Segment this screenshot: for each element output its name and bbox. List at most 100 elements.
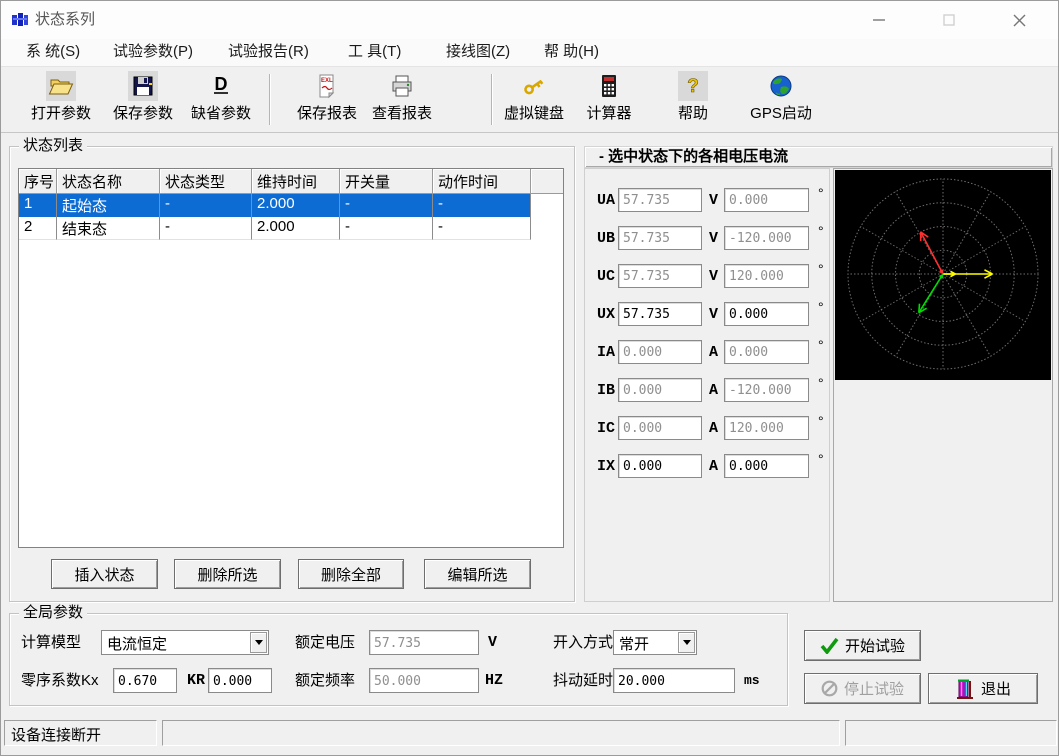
field-label: UX — [597, 306, 615, 323]
chevron-down-icon — [683, 640, 691, 645]
tool-label: 虚拟键盘 — [504, 102, 564, 123]
field-label: IX — [597, 458, 615, 475]
ic-angle-field[interactable]: 120.000 — [724, 416, 809, 440]
input-mode-select[interactable]: 常开 — [613, 630, 697, 655]
degree-label: ° — [818, 451, 824, 467]
column-header[interactable]: 维持时间 — [252, 169, 340, 194]
status-panel-middle — [162, 720, 840, 746]
question-icon: ? — [678, 71, 708, 101]
cell: 2 — [19, 217, 57, 240]
edit-selected-button[interactable]: 编辑所选 — [424, 559, 531, 589]
table-row[interactable]: 2 结束态 - 2.000 - - — [19, 217, 531, 240]
cell: 2.000 — [252, 217, 340, 240]
kr-field[interactable]: 0.000 — [208, 668, 272, 693]
ib-angle-field[interactable]: -120.000 — [724, 378, 809, 402]
toolbar-separator — [491, 74, 493, 125]
cell: - — [340, 194, 433, 217]
menu-help[interactable]: 帮 助(H) — [540, 39, 603, 66]
ub-angle-field[interactable]: -120.000 — [724, 226, 809, 250]
degree-label: ° — [818, 185, 824, 201]
debounce-field[interactable]: 20.000 — [613, 668, 735, 693]
state-table-header: 序号 状态名称 状态类型 维持时间 开关量 动作时间 — [19, 169, 563, 194]
ia-value-field[interactable]: 0.000 — [618, 340, 702, 364]
menu-bar: 系 统(S) 试验参数(P) 试验报告(R) 工 具(T) 接线图(Z) 帮 助… — [1, 39, 1058, 66]
exit-button[interactable]: 退出 — [928, 673, 1038, 704]
column-header[interactable]: 开关量 — [340, 169, 433, 194]
rated-freq-field: 50.000 — [369, 668, 479, 693]
menu-test-report[interactable]: 试验报告(R) — [224, 39, 313, 66]
default-params-button[interactable]: D 缺省参数 — [184, 71, 258, 129]
uc-angle-field[interactable]: 120.000 — [724, 264, 809, 288]
calc-model-label: 计算模型 — [21, 630, 81, 655]
ix-angle-field[interactable]: 0.000 — [724, 454, 809, 478]
ib-value-field[interactable]: 0.000 — [618, 378, 702, 402]
minimize-button[interactable] — [856, 2, 902, 38]
save-params-button[interactable]: 保存参数 — [106, 71, 180, 129]
kr-label: KR — [187, 668, 205, 693]
tool-label: 保存报表 — [297, 102, 357, 123]
globe-icon — [766, 71, 796, 101]
svg-text:EXL: EXL — [321, 78, 333, 84]
start-test-button[interactable]: 开始试验 — [804, 630, 921, 661]
unit-label: A — [709, 382, 718, 399]
button-label: 删除全部 — [321, 564, 381, 585]
phase-fields-panel: UA 57.735 V 0.000 ° UB 57.735 V -120.000… — [584, 168, 830, 602]
tool-label: 查看报表 — [372, 102, 432, 123]
table-row-selected[interactable]: 1 起始态 - 2.000 - - — [19, 194, 531, 217]
phase-row-ib: IB 0.000 A -120.000 ° — [585, 378, 829, 404]
close-button[interactable] — [996, 2, 1042, 38]
ix-value-field[interactable]: 0.000 — [618, 454, 702, 478]
virtual-keyboard-button[interactable]: 虚拟键盘 — [497, 71, 571, 129]
title-bar: 状态系列 — [1, 1, 1058, 39]
phase-row-ia: IA 0.000 A 0.000 ° — [585, 340, 829, 366]
open-params-button[interactable]: 打开参数 — [24, 71, 98, 129]
calculator-icon — [594, 71, 624, 101]
ic-value-field[interactable]: 0.000 — [618, 416, 702, 440]
calc-model-value: 电流恒定 — [107, 633, 167, 654]
delete-selected-button[interactable]: 删除所选 — [174, 559, 281, 589]
ux-angle-field[interactable]: 0.000 — [724, 302, 809, 326]
degree-label: ° — [818, 261, 824, 277]
menu-tools[interactable]: 工 具(T) — [344, 39, 405, 66]
menu-system[interactable]: 系 统(S) — [22, 39, 84, 66]
ux-value-field[interactable]: 57.735 — [618, 302, 702, 326]
phasor-panel — [833, 168, 1053, 602]
delete-all-button[interactable]: 删除全部 — [298, 559, 404, 589]
ua-angle-field[interactable]: 0.000 — [724, 188, 809, 212]
unit-label: A — [709, 344, 718, 361]
debounce-unit: ms — [744, 668, 760, 693]
calculator-button[interactable]: 计算器 — [580, 71, 638, 129]
save-report-button[interactable]: EXL 保存报表 — [290, 71, 364, 129]
dropdown-button[interactable] — [678, 632, 695, 653]
state-table[interactable]: 序号 状态名称 状态类型 维持时间 开关量 动作时间 1 起始态 - 2.000… — [18, 168, 564, 548]
help-button[interactable]: ? 帮助 — [667, 71, 719, 129]
dropdown-button[interactable] — [250, 632, 267, 653]
state-list-group-title: 状态列表 — [19, 138, 87, 154]
unit-label: V — [709, 192, 718, 209]
menu-wiring-diagram[interactable]: 接线图(Z) — [442, 39, 514, 66]
maximize-button[interactable] — [926, 2, 972, 38]
ua-value-field[interactable]: 57.735 — [618, 188, 702, 212]
view-report-button[interactable]: 查看报表 — [365, 71, 439, 129]
tool-label: 缺省参数 — [191, 102, 251, 123]
field-label: IA — [597, 344, 615, 361]
column-header[interactable]: 动作时间 — [433, 169, 531, 194]
cell: 1 — [19, 194, 57, 217]
ia-angle-field[interactable]: 0.000 — [724, 340, 809, 364]
uc-value-field[interactable]: 57.735 — [618, 264, 702, 288]
exit-door-icon — [955, 678, 975, 700]
toolbar: 打开参数 保存参数 D 缺省参数 — [1, 66, 1058, 133]
cell: - — [340, 217, 433, 240]
ub-value-field[interactable]: 57.735 — [618, 226, 702, 250]
calc-model-select[interactable]: 电流恒定 — [101, 630, 269, 655]
gps-start-button[interactable]: GPS启动 — [741, 71, 821, 129]
status-panel-right — [845, 720, 1057, 746]
column-header[interactable]: 序号 — [19, 169, 57, 194]
green-check-icon — [820, 637, 839, 654]
menu-test-params[interactable]: 试验参数(P) — [109, 39, 197, 66]
zero-seq-field[interactable]: 0.670 — [113, 668, 177, 693]
insert-state-button[interactable]: 插入状态 — [51, 559, 158, 589]
column-header[interactable]: 状态名称 — [57, 169, 160, 194]
column-header[interactable]: 状态类型 — [160, 169, 252, 194]
debounce-label: 抖动延时 — [553, 668, 613, 693]
